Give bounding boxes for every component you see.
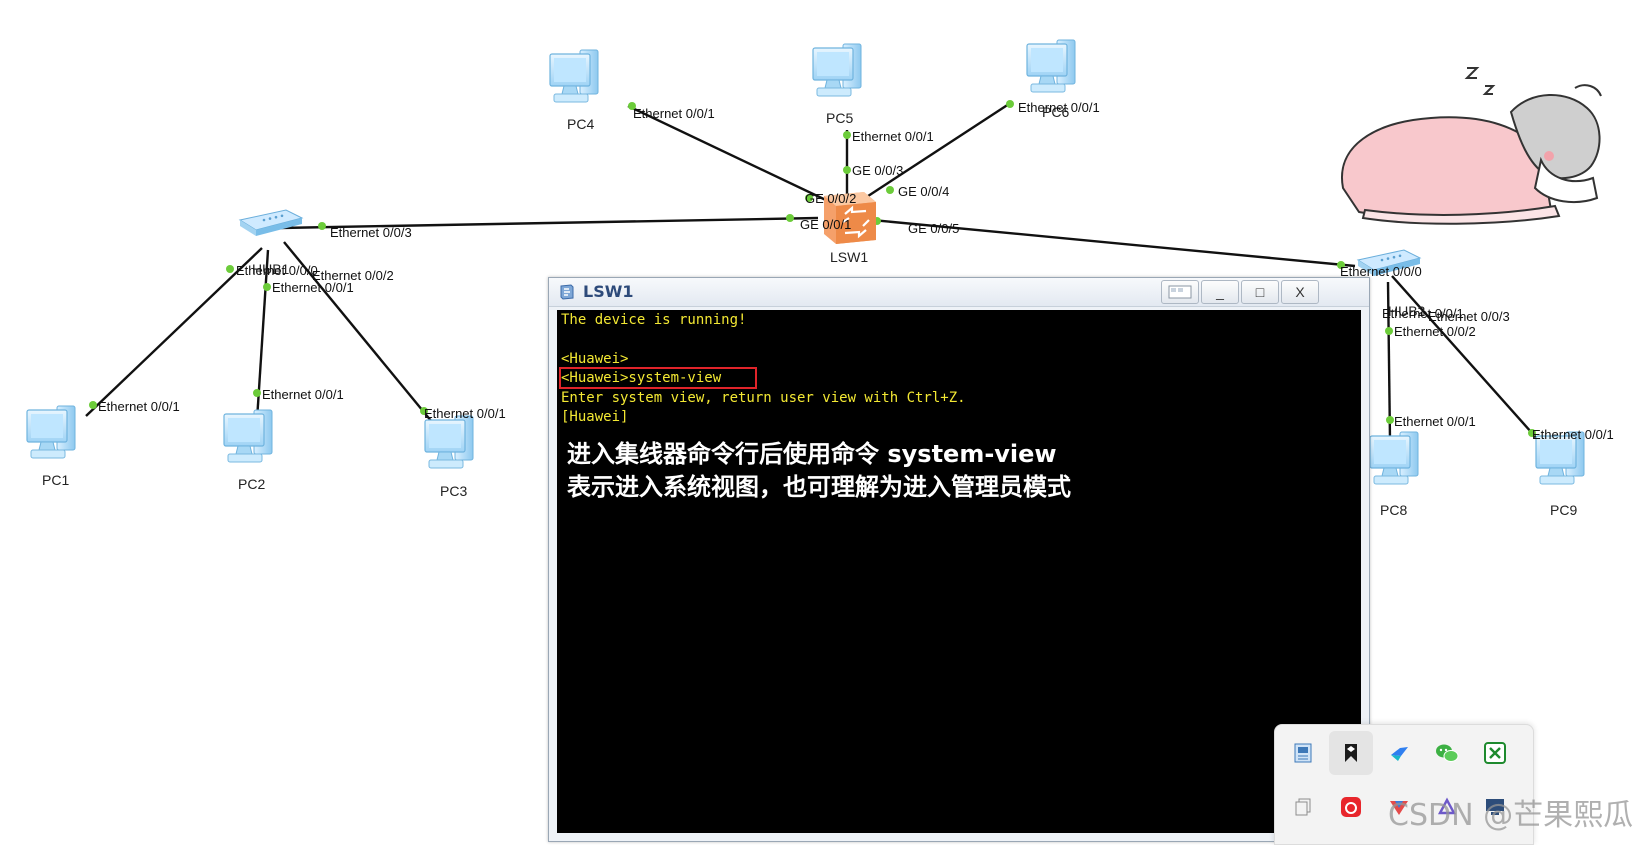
pc6-icon[interactable] <box>1026 39 1076 93</box>
close-button[interactable]: X <box>1281 280 1319 304</box>
bookmark-icon[interactable] <box>1329 731 1373 775</box>
pc4-icon[interactable] <box>549 49 599 103</box>
console-title: LSW1 <box>583 282 634 301</box>
pc5-label: PC5 <box>826 110 853 126</box>
pc8-label: PC8 <box>1380 502 1407 518</box>
lsw1-label: LSW1 <box>830 249 868 265</box>
copy-icon[interactable] <box>1281 785 1325 829</box>
console-mode-button[interactable] <box>1161 280 1199 304</box>
hub2-eth003-label: Ethernet 0/0/3 <box>1428 309 1510 324</box>
pc6-port-label: Ethernet 0/0/1 <box>1018 100 1100 115</box>
pc5-port-label: Ethernet 0/0/1 <box>852 129 934 144</box>
pc3-icon[interactable] <box>424 415 474 469</box>
terminal-app-icon <box>560 284 574 300</box>
lsw1-ge003-label: GE 0/0/3 <box>852 163 903 178</box>
terminal-output[interactable]: The device is running! <Huawei> <Huawei>… <box>557 310 1361 833</box>
pc2-port-label: Ethernet 0/0/1 <box>262 387 344 402</box>
maximize-button[interactable]: □ <box>1241 280 1279 304</box>
annotation-line-1: 进入集线器命令行后使用命令 system-view <box>567 440 1057 468</box>
netease-music-icon[interactable] <box>1329 785 1373 829</box>
terminal-line: Enter system view, return user view with… <box>561 390 966 406</box>
pc3-port-label: Ethernet 0/0/1 <box>424 406 506 421</box>
lsw1-ge004-label: GE 0/0/4 <box>898 184 949 199</box>
pc8-icon[interactable] <box>1369 431 1419 485</box>
pc1-icon[interactable] <box>26 405 76 459</box>
sleeping-character-icon <box>1340 67 1602 225</box>
wechat-icon[interactable] <box>1425 731 1469 775</box>
pc4-label: PC4 <box>567 116 594 132</box>
hub1-eth001-label: Ethernet 0/0/1 <box>272 280 354 295</box>
hub2-eth002-label: Ethernet 0/0/2 <box>1394 324 1476 339</box>
annotation-line-2: 表示进入系统视图，也可理解为进入管理员模式 <box>567 473 1071 501</box>
pc2-icon[interactable] <box>223 409 273 463</box>
terminal-prompt: [Huawei] <box>561 409 629 425</box>
hub1-eth000-label: Ethernet 0/0/0 <box>236 263 318 278</box>
pc2-label: PC2 <box>238 476 265 492</box>
console-window[interactable]: LSW1 _ □ X The device is running! <Huawe… <box>548 277 1370 842</box>
hub1-icon[interactable] <box>239 209 303 237</box>
minimize-button[interactable]: _ <box>1201 280 1239 304</box>
pc9-port-label: Ethernet 0/0/1 <box>1532 427 1614 442</box>
pc8-port-label: Ethernet 0/0/1 <box>1394 414 1476 429</box>
pc5-icon[interactable] <box>812 43 862 97</box>
window-mode-icon <box>1168 285 1192 299</box>
hub1-eth003-label: Ethernet 0/0/3 <box>330 225 412 240</box>
watermark: CSDN @芒果熙瓜 <box>1388 798 1634 833</box>
pc9-label: PC9 <box>1550 502 1577 518</box>
pc1-label: PC1 <box>42 472 69 488</box>
pc4-port-label: Ethernet 0/0/1 <box>633 106 715 121</box>
console-titlebar[interactable]: LSW1 _ □ X <box>549 278 1369 307</box>
pc3-label: PC3 <box>440 483 467 499</box>
lsw1-ge001-label: GE 0/0/1 <box>800 217 851 232</box>
pc1-port-label: Ethernet 0/0/1 <box>98 399 180 414</box>
xbox-icon[interactable] <box>1473 731 1517 775</box>
terminal-command-line: <Huawei>system-view <box>561 370 722 386</box>
network-card-icon[interactable] <box>1281 731 1325 775</box>
terminal-line: <Huawei> <box>561 351 629 367</box>
lsw1-ge002-label: GE 0/0/2 <box>805 191 856 206</box>
lsw1-ge005-label: GE 0/0/5 <box>908 221 959 236</box>
terminal-line: The device is running! <box>561 312 747 328</box>
feishu-icon[interactable] <box>1377 731 1421 775</box>
